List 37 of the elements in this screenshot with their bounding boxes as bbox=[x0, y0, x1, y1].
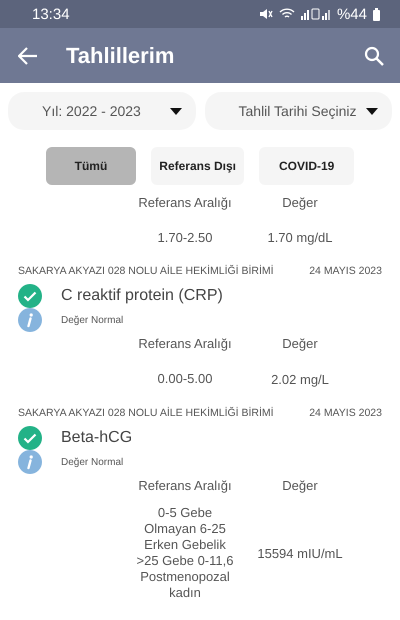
screen-title: Tahlillerim bbox=[66, 42, 176, 68]
info-icon bbox=[18, 450, 42, 474]
signal-icon bbox=[300, 8, 331, 20]
result-date: 24 MAYIS 2023 bbox=[309, 407, 382, 419]
reference-range: 0-5 Gebe Olmayan 6-25 Erken Gebelik >25 Gebe 0-11,6 Postmenopozal kadın bbox=[136, 504, 234, 601]
facility-name: SAKARYA AKYAZI 028 NOLU AİLE HEKİMLİĞİ BİRİMİ bbox=[18, 265, 274, 277]
column-header: Değer bbox=[281, 194, 319, 210]
reference-range: 0.00-5.00 bbox=[156, 370, 214, 387]
dropdown-caret-icon bbox=[366, 108, 378, 114]
status-time: 13:34 bbox=[32, 6, 71, 22]
column-header: Referans Aralığı bbox=[137, 335, 233, 351]
column-header: Referans Aralığı bbox=[137, 477, 233, 493]
info-icon bbox=[18, 308, 42, 332]
filter-chip[interactable]: Referans Dışı bbox=[151, 147, 244, 185]
filter-chip[interactable]: Tümü bbox=[46, 147, 136, 185]
result-note: Değer Normal bbox=[61, 314, 124, 326]
column-header: Referans Aralığı bbox=[137, 194, 233, 210]
result-value: 15594 mIU/mL bbox=[256, 544, 344, 560]
mute-icon bbox=[258, 8, 273, 20]
test-name: Beta-hCG bbox=[61, 429, 132, 447]
result-value: 1.70 mg/dL bbox=[266, 229, 334, 245]
test-name: C reaktif protein (CRP) bbox=[61, 287, 223, 305]
dropdown[interactable]: Tahlil Tarihi Seçiniz bbox=[204, 92, 392, 130]
result-note: Değer Normal bbox=[61, 456, 124, 468]
facility-name: SAKARYA AKYAZI 028 NOLU AİLE HEKİMLİĞİ BİRİMİ bbox=[18, 407, 274, 419]
dropdown-caret-icon bbox=[170, 108, 182, 114]
battery-level: %44 bbox=[336, 6, 367, 22]
dropdown[interactable]: Yıl: 2022 - 2023 bbox=[8, 92, 196, 130]
filter-chip[interactable]: COVID-19 bbox=[259, 147, 354, 185]
result-date: 24 MAYIS 2023 bbox=[309, 265, 382, 277]
wifi-icon bbox=[278, 8, 295, 20]
result-value: 2.02 mg/L bbox=[270, 370, 330, 386]
battery-icon bbox=[373, 8, 380, 20]
back-button[interactable] bbox=[16, 44, 40, 66]
column-header: Değer bbox=[281, 335, 319, 351]
reference-range: 1.70-2.50 bbox=[156, 229, 214, 245]
column-header: Değer bbox=[281, 477, 319, 493]
